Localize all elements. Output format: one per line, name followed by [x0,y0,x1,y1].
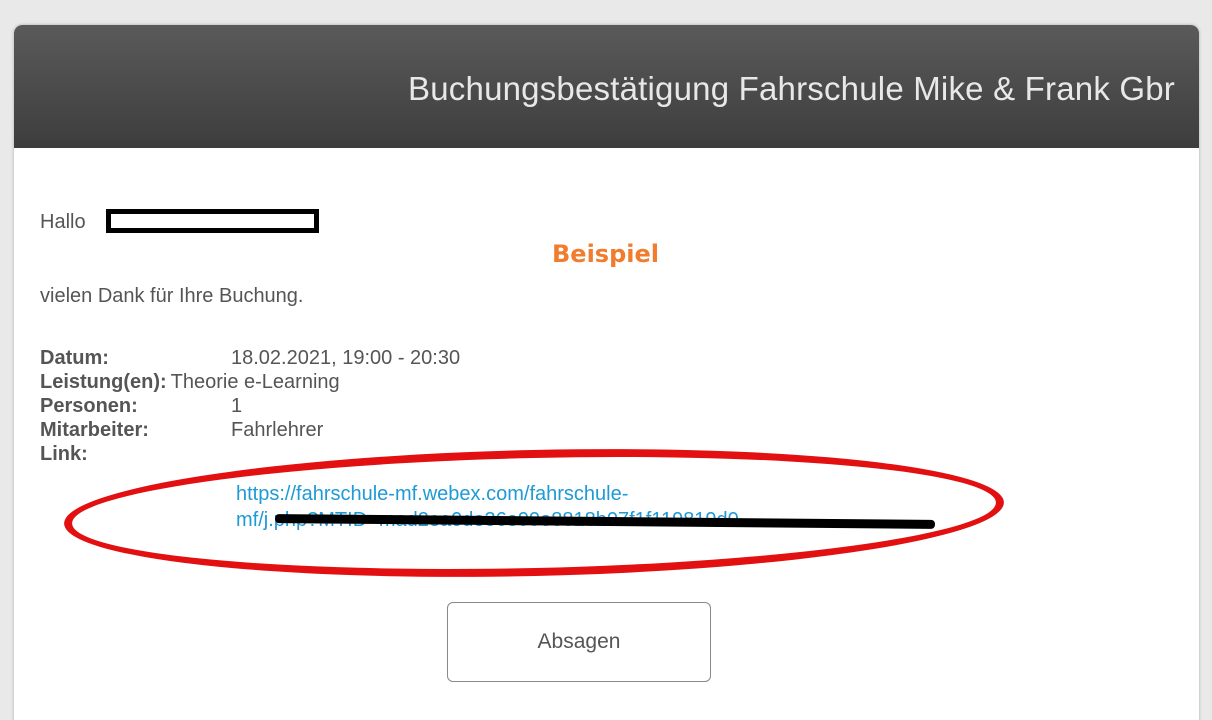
staff-label: Mitarbeiter: [40,419,149,441]
booking-details: Datum: 18.02.2021, 19:00 - 20:30 Leistun… [40,346,460,466]
page-title: Buchungsbestätigung Fahrschule Mike & Fr… [408,70,1175,107]
redacted-name-box [106,209,319,233]
cancel-button[interactable]: Absagen [447,602,711,682]
page: Buchungsbestätigung Fahrschule Mike & Fr… [0,0,1212,720]
detail-row-staff: Mitarbeiter: Fahrlehrer [40,418,460,442]
service-value: Theorie e-Learning [170,371,340,393]
greeting-text: Hallo [40,211,86,233]
example-annotation: Beispiel [552,240,659,268]
service-label: Leistung(en): [40,371,167,393]
date-value: 18.02.2021, 19:00 - 20:30 [231,347,461,369]
detail-row-service: Leistung(en): Theorie e-Learning [40,370,460,394]
link-label: Link: [40,443,88,465]
date-label: Datum: [40,347,109,369]
card-header: Buchungsbestätigung Fahrschule Mike & Fr… [14,25,1199,148]
persons-value: 1 [231,395,243,417]
detail-row-date: Datum: 18.02.2021, 19:00 - 20:30 [40,346,460,370]
detail-row-persons: Personen: 1 [40,394,460,418]
detail-row-link: Link: [40,442,460,466]
persons-label: Personen: [40,395,138,417]
thanks-text: vielen Dank für Ihre Buchung. [40,285,304,307]
staff-value: Fahrlehrer [231,419,324,441]
link-line-1: https://fahrschule-mf.webex.com/fahrschu… [236,483,629,505]
